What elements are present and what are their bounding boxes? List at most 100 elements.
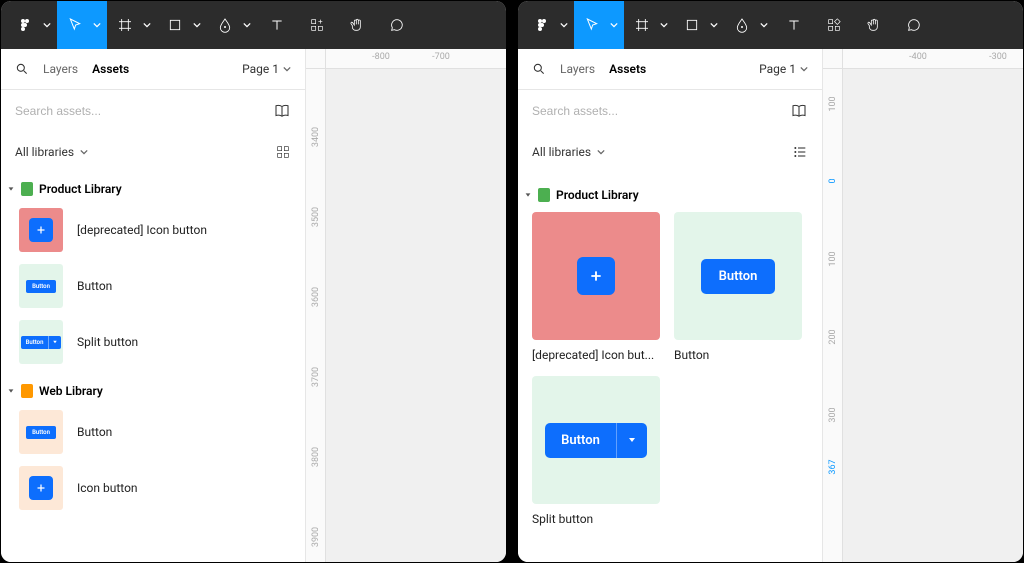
library-header-product[interactable]: Product Library [1, 176, 305, 202]
text-tool[interactable] [257, 1, 297, 49]
canvas[interactable]: -800 -700 3400 3500 3600 3700 3800 3900 [306, 49, 506, 562]
tab-assets[interactable]: Assets [92, 62, 129, 76]
chevron-down-icon [800, 65, 808, 73]
list-icon [792, 144, 808, 160]
figma-icon [534, 17, 550, 33]
asset-card[interactable]: [deprecated] Icon but... [532, 212, 660, 362]
move-tool[interactable] [57, 1, 107, 49]
ruler-tick: 3800 [311, 447, 321, 467]
hand-icon [866, 17, 882, 33]
figma-menu[interactable] [7, 1, 57, 49]
view-toggle-grid[interactable] [275, 144, 291, 160]
library-filter-label: All libraries [15, 145, 74, 159]
assets-tree: Product Library [deprecated] Icon but...… [518, 172, 822, 562]
library-button[interactable] [790, 102, 808, 120]
frame-tool[interactable] [624, 1, 674, 49]
ruler-tick: 100 [828, 96, 838, 111]
canvas[interactable]: -400 -300 100 0 100 200 300 367 500 [823, 49, 1023, 562]
tab-assets[interactable]: Assets [609, 62, 646, 76]
book-icon [790, 102, 808, 120]
ruler-vertical: 3400 3500 3600 3700 3800 3900 [306, 69, 326, 562]
move-tool[interactable] [574, 1, 624, 49]
chevron-down-icon [193, 21, 201, 29]
body: Layers Assets Page 1 All libraries [518, 49, 1023, 562]
pen-tool[interactable] [724, 1, 774, 49]
text-icon [269, 17, 285, 33]
library-filter[interactable]: All libraries [532, 145, 605, 159]
button-preview: Button [26, 280, 56, 293]
frame-tool[interactable] [107, 1, 157, 49]
ruler-tick: 3900 [311, 527, 321, 547]
comment-tool[interactable] [377, 1, 417, 49]
library-button[interactable] [273, 102, 291, 120]
caret-down-icon [7, 185, 15, 193]
search-icon[interactable] [532, 62, 546, 76]
text-icon [786, 17, 802, 33]
asset-card[interactable]: Button Split button [532, 376, 660, 526]
asset-thumb: Button [19, 264, 63, 308]
tab-layers[interactable]: Layers [43, 62, 78, 76]
caret-down-icon [524, 191, 532, 199]
view-toggle-list[interactable] [792, 144, 808, 160]
text-tool[interactable] [774, 1, 814, 49]
panel-header: Layers Assets Page 1 [518, 49, 822, 89]
library-name: Product Library [39, 182, 122, 196]
rectangle-icon [684, 17, 700, 33]
asset-thumb [532, 212, 660, 340]
search-icon[interactable] [15, 62, 29, 76]
resources-icon [309, 17, 325, 33]
asset-row[interactable]: Button Button [1, 404, 305, 460]
filter-row: All libraries [1, 132, 305, 172]
resources-tool[interactable] [814, 1, 854, 49]
asset-label: Button [674, 348, 802, 362]
ruler-tick: -800 [372, 52, 390, 62]
ruler-tick: 500 [828, 561, 838, 562]
hand-tool[interactable] [854, 1, 894, 49]
resources-tool[interactable] [297, 1, 337, 49]
tab-layers[interactable]: Layers [560, 62, 595, 76]
hand-tool[interactable] [337, 1, 377, 49]
library-filter[interactable]: All libraries [15, 145, 88, 159]
plus-icon [577, 257, 615, 295]
chevron-down-icon [760, 21, 768, 29]
library-color-badge [538, 188, 550, 202]
library-header-web[interactable]: Web Library [1, 378, 305, 404]
shape-tool[interactable] [157, 1, 207, 49]
page-label: Page 1 [242, 62, 279, 76]
asset-label: Icon button [77, 481, 138, 495]
caret-down-icon [7, 387, 15, 395]
page-selector[interactable]: Page 1 [759, 62, 808, 76]
asset-row[interactable]: Icon button [1, 460, 305, 516]
figma-window-grid-view: Layers Assets Page 1 All libraries [518, 1, 1023, 562]
page-selector[interactable]: Page 1 [242, 62, 291, 76]
shape-tool[interactable] [674, 1, 724, 49]
asset-row[interactable]: [deprecated] Icon button [1, 202, 305, 258]
library-header-product[interactable]: Product Library [524, 184, 808, 212]
button-preview: Button [26, 426, 56, 439]
ruler-tick: 0 [828, 178, 838, 183]
asset-thumb: Button [19, 320, 63, 364]
asset-row[interactable]: Button Split button [1, 314, 305, 370]
filter-row: All libraries [518, 132, 822, 172]
toolbar [518, 1, 1023, 49]
asset-card[interactable]: Button Button [674, 212, 802, 362]
ruler-tick: 200 [828, 329, 838, 344]
page-label: Page 1 [759, 62, 796, 76]
asset-row[interactable]: Button Button [1, 258, 305, 314]
search-row [518, 90, 822, 132]
search-input[interactable] [532, 104, 790, 118]
asset-label: [deprecated] Icon but... [532, 348, 660, 362]
figma-menu[interactable] [524, 1, 574, 49]
comment-tool[interactable] [894, 1, 934, 49]
ruler-horizontal: -400 -300 [843, 49, 1023, 69]
search-input[interactable] [15, 104, 273, 118]
body: Layers Assets Page 1 All libraries [1, 49, 506, 562]
chevron-down-icon [143, 21, 151, 29]
ruler-tick: 100 [828, 251, 838, 266]
library-filter-label: All libraries [532, 145, 591, 159]
split-button-preview: Button [21, 336, 62, 349]
button-preview: Button [701, 259, 776, 294]
comment-icon [389, 17, 405, 33]
chevron-down-icon [80, 148, 88, 156]
pen-tool[interactable] [207, 1, 257, 49]
